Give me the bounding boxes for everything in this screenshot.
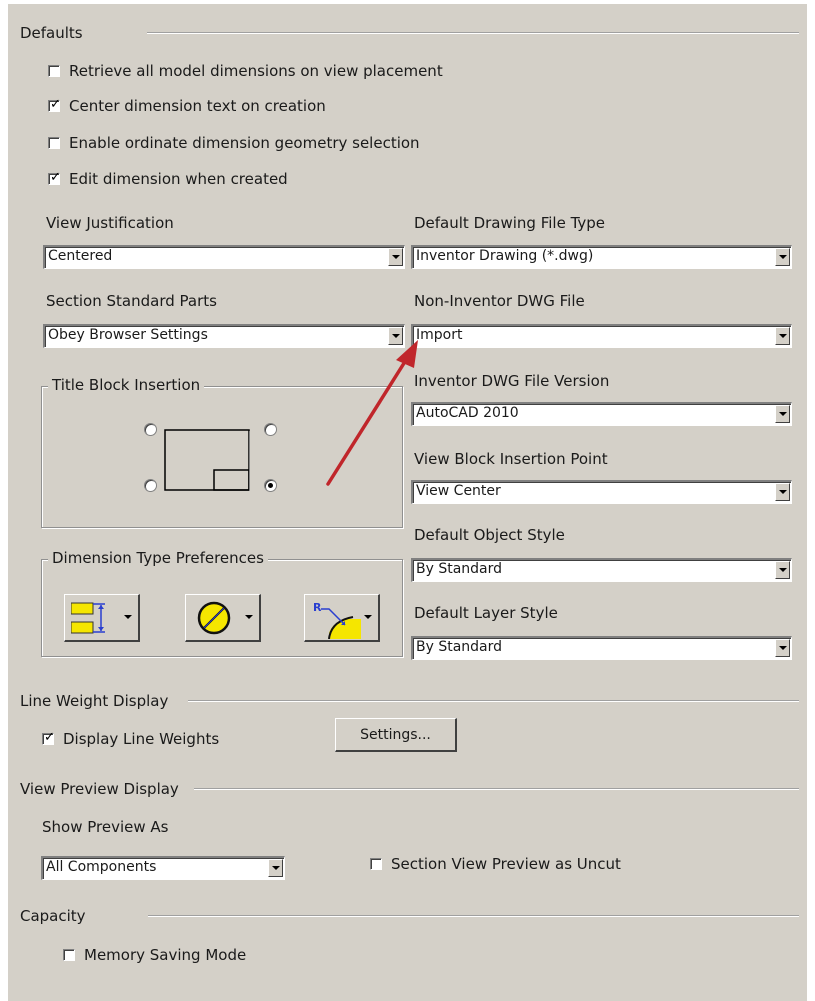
select-value: By Standard [416, 639, 503, 655]
dropdown-button[interactable] [775, 561, 790, 579]
inventor-dwg-file-version-select[interactable]: AutoCAD 2010 [411, 402, 792, 426]
dropdown-button[interactable] [775, 327, 790, 345]
annotation-arrow-icon [326, 340, 418, 486]
view-block-insertion-point-label: View Block Insertion Point [414, 450, 608, 468]
section-view-preview-uncut-checkbox[interactable]: Section View Preview as Uncut [370, 855, 621, 873]
view-justification-label: View Justification [46, 214, 174, 232]
checkbox-label: Edit dimension when created [69, 170, 288, 188]
checkbox-box[interactable] [63, 949, 75, 961]
dropdown-button[interactable] [388, 248, 403, 266]
view-preview-divider [194, 788, 799, 790]
non-inventor-dwg-file-select[interactable]: Import [411, 324, 792, 348]
view-preview-display-title: View Preview Display [20, 780, 179, 798]
radius-dimension-icon: R [313, 601, 361, 639]
line-weight-divider [188, 700, 799, 702]
dimension-type-preferences-group: Dimension Type Preferences R [41, 549, 403, 657]
chevron-down-icon [779, 646, 787, 650]
check-mark-icon: ✓ [50, 97, 61, 112]
retrieve-dimensions-checkbox[interactable]: Retrieve all model dimensions on view pl… [48, 62, 443, 80]
select-value: Obey Browser Settings [48, 327, 208, 343]
dropdown-button[interactable] [775, 639, 790, 657]
radio-selected-dot [268, 483, 273, 488]
chevron-down-icon [124, 615, 132, 619]
capacity-title: Capacity [20, 907, 86, 925]
diameter-dimension-type-button[interactable] [185, 594, 261, 642]
linear-dimension-type-button[interactable] [64, 594, 140, 642]
diameter-dimension-icon [197, 601, 231, 635]
chevron-down-icon [779, 568, 787, 572]
checkbox-box[interactable]: ✓ [48, 97, 61, 112]
checkbox-box[interactable]: ✓ [48, 170, 61, 185]
default-object-style-label: Default Object Style [414, 526, 565, 544]
radius-dimension-type-button[interactable]: R [304, 594, 380, 642]
chevron-down-icon [245, 615, 253, 619]
enable-ordinate-selection-checkbox[interactable]: Enable ordinate dimension geometry selec… [48, 134, 420, 152]
linear-dimension-icon [71, 602, 105, 634]
default-drawing-file-type-select[interactable]: Inventor Drawing (*.dwg) [411, 245, 792, 269]
non-inventor-dwg-file-label: Non-Inventor DWG File [414, 292, 585, 310]
title-block-top-left-radio[interactable] [144, 423, 157, 436]
chevron-down-icon [779, 255, 787, 259]
dropdown-button[interactable] [775, 483, 790, 501]
section-standard-parts-label: Section Standard Parts [46, 292, 217, 310]
default-drawing-file-type-label: Default Drawing File Type [414, 214, 606, 232]
display-line-weights-checkbox[interactable]: ✓ Display Line Weights [42, 730, 219, 748]
title-block-bottom-right-radio[interactable] [264, 479, 277, 492]
options-panel: Defaults Retrieve all model dimensions o… [8, 4, 807, 1001]
select-value: Inventor Drawing (*.dwg) [416, 248, 594, 264]
dropdown-button[interactable] [268, 859, 283, 877]
defaults-divider [147, 32, 799, 34]
svg-text:R: R [313, 601, 322, 614]
edit-dimension-when-created-checkbox[interactable]: ✓ Edit dimension when created [48, 170, 288, 188]
checkbox-box[interactable] [48, 65, 60, 77]
checkbox-label: Section View Preview as Uncut [391, 855, 621, 873]
sheet-layout-icon [164, 429, 250, 491]
select-value: Centered [48, 248, 113, 264]
view-justification-select[interactable]: Centered [43, 245, 405, 269]
capacity-divider [148, 915, 799, 917]
line-weight-display-title: Line Weight Display [20, 692, 169, 710]
checkbox-label: Enable ordinate dimension geometry selec… [69, 134, 420, 152]
checkbox-label: Display Line Weights [63, 730, 220, 748]
check-mark-icon: ✓ [44, 730, 55, 745]
title-block-bottom-left-radio[interactable] [144, 479, 157, 492]
view-block-insertion-point-select[interactable]: View Center [411, 480, 792, 504]
dimension-type-preferences-title: Dimension Type Preferences [48, 549, 268, 567]
check-mark-icon: ✓ [50, 170, 61, 185]
dropdown-button[interactable] [775, 405, 790, 423]
default-layer-style-select[interactable]: By Standard [411, 636, 792, 660]
select-value: All Components [46, 859, 157, 875]
checkbox-box[interactable] [370, 858, 382, 870]
chevron-down-icon [392, 255, 400, 259]
defaults-group-title: Defaults [20, 24, 83, 42]
checkbox-label: Retrieve all model dimensions on view pl… [69, 62, 443, 80]
checkbox-box[interactable] [48, 137, 60, 149]
title-block-insertion-title: Title Block Insertion [48, 376, 205, 394]
select-value: By Standard [416, 561, 503, 577]
memory-saving-mode-checkbox[interactable]: Memory Saving Mode [63, 946, 246, 964]
settings-button[interactable]: Settings... [335, 718, 457, 752]
chevron-down-icon [779, 334, 787, 338]
chevron-down-icon [272, 866, 280, 870]
center-dimension-text-checkbox[interactable]: ✓ Center dimension text on creation [48, 97, 326, 115]
checkbox-label: Memory Saving Mode [84, 946, 247, 964]
chevron-down-icon [779, 412, 787, 416]
default-object-style-select[interactable]: By Standard [411, 558, 792, 582]
show-preview-as-label: Show Preview As [42, 818, 169, 836]
default-layer-style-label: Default Layer Style [414, 604, 558, 622]
chevron-down-icon [364, 615, 372, 619]
checkbox-label: Center dimension text on creation [69, 97, 326, 115]
title-block-top-right-radio[interactable] [264, 423, 277, 436]
inventor-dwg-file-version-label: Inventor DWG File Version [414, 372, 610, 390]
checkbox-box[interactable]: ✓ [42, 730, 55, 745]
dropdown-button[interactable] [775, 248, 790, 266]
show-preview-as-select[interactable]: All Components [41, 856, 285, 880]
chevron-down-icon [779, 490, 787, 494]
